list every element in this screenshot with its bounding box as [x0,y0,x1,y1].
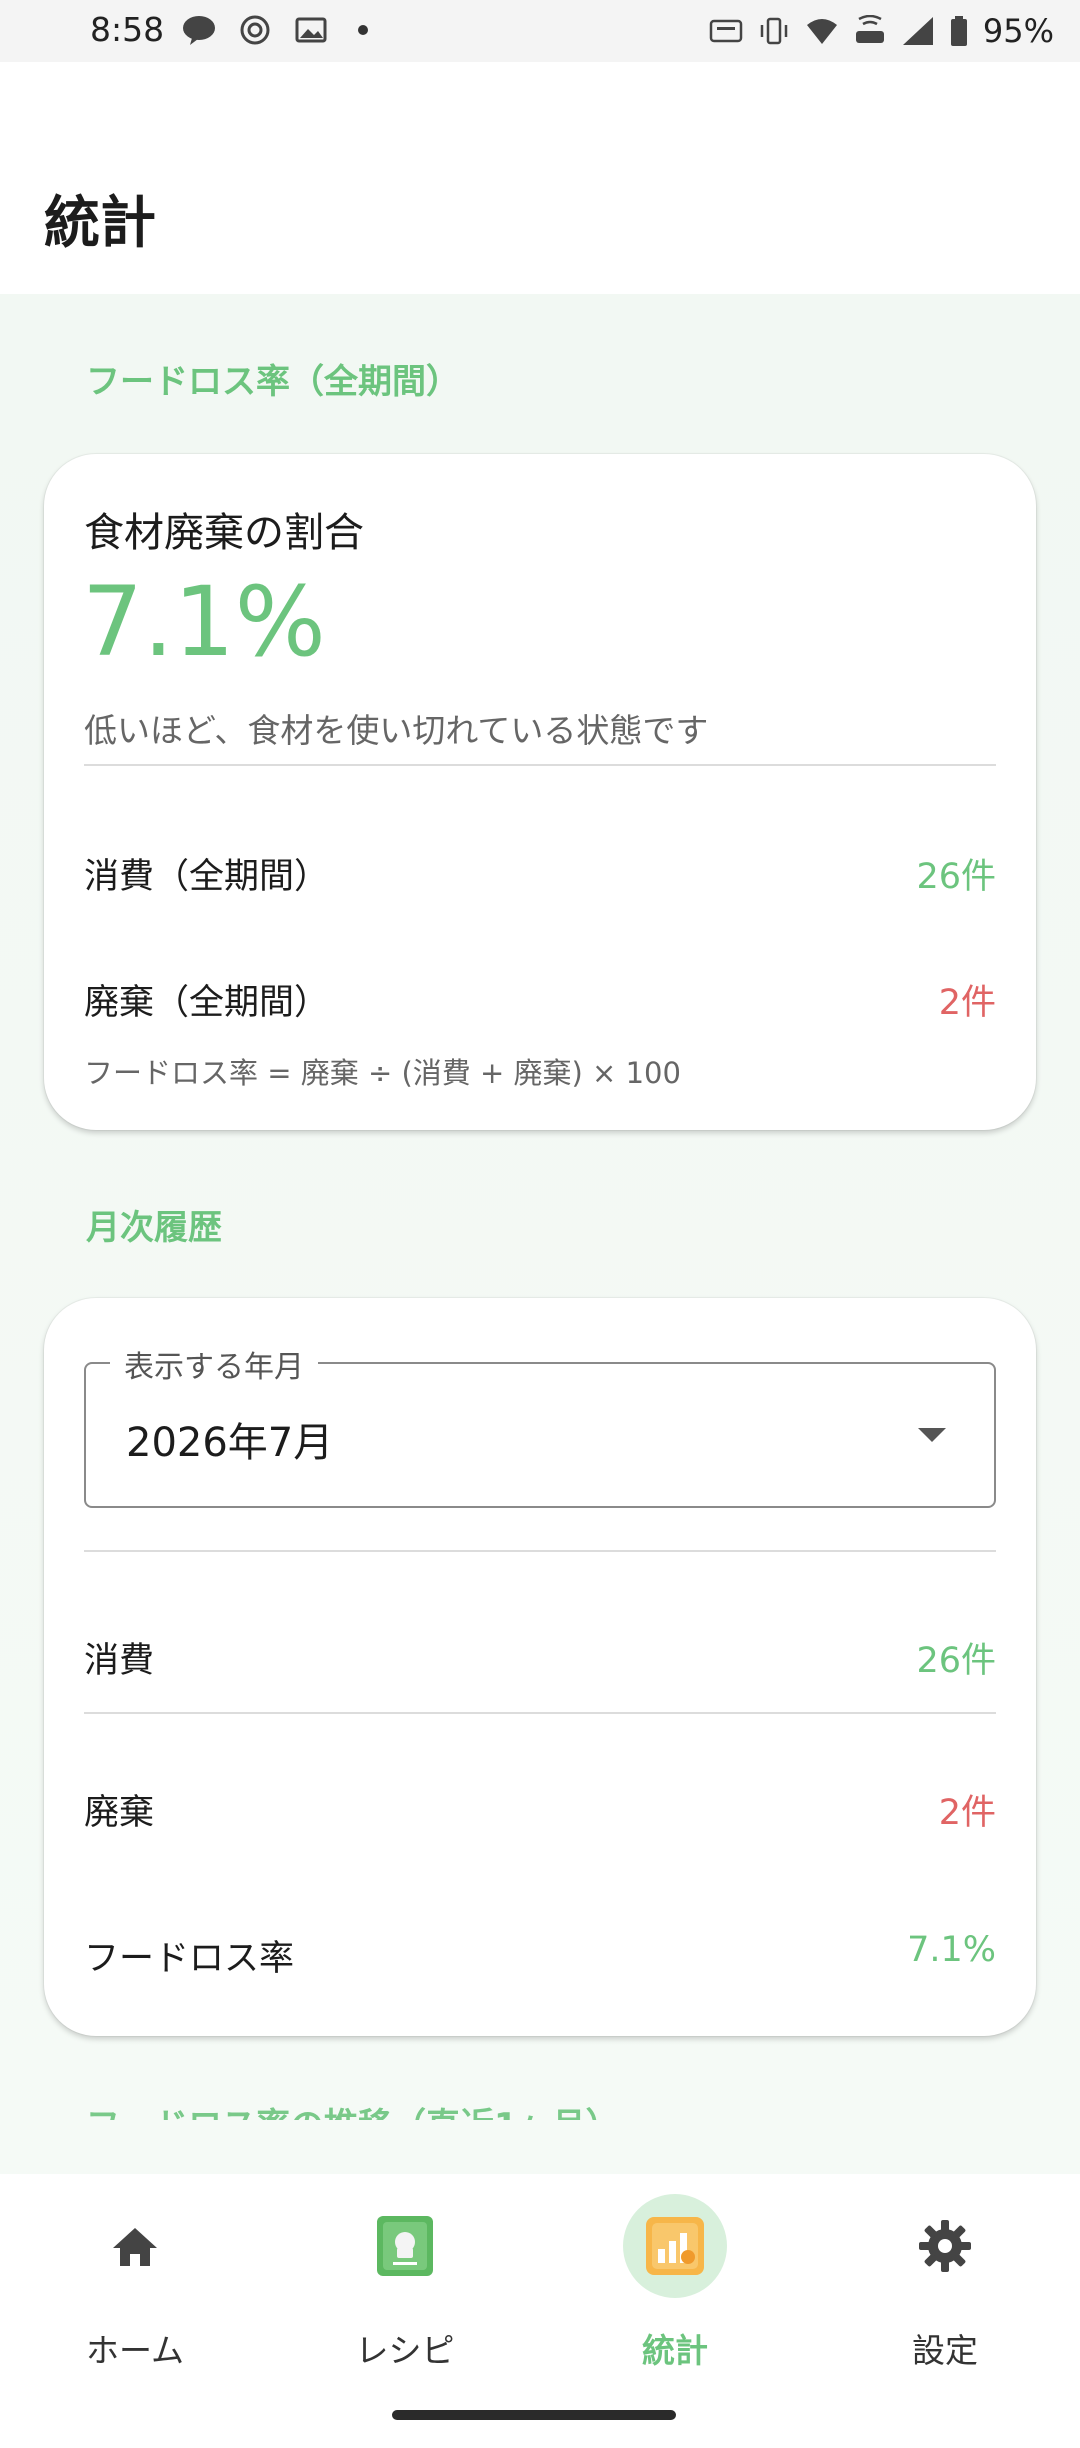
app-bar: 統計 [0,62,1080,294]
openai-icon [240,15,270,45]
home-icon [113,2228,157,2266]
consumed-total-value: 26件 [916,857,996,897]
monthly-rate-label: フードロス率 [84,1939,295,1979]
consumed-total-label: 消費（全期間） [84,857,330,897]
monthly-section-label: 月次履歴 [86,1208,222,1248]
month-select[interactable]: 表示する年月 2026年7月 [84,1342,996,1508]
nav-item-recipe[interactable]: レシピ [270,2174,540,2404]
food-loss-formula: フードロス率 = 廃棄 ÷ (消費 + 廃棄) × 100 [84,1056,681,1090]
divider [84,764,996,766]
wasted-total-label: 廃棄（全期間） [84,983,330,1023]
battery-percent: 95% [982,12,1054,50]
battery-icon [950,16,967,46]
dropdown-arrow-icon[interactable] [918,1428,946,1442]
nav-label-home: ホーム [85,2331,184,2370]
nav-label-recipe: レシピ [355,2331,455,2370]
monthly-consumed-value: 26件 [916,1641,996,1681]
food-loss-card: 食材廃棄の割合 7.1% 低いほど、食材を使い切れている状態です 消費（全期間）… [44,454,1036,1130]
recipe-book-icon [377,2216,433,2276]
gallery-icon [295,17,327,43]
month-select-value: 2026年7月 [126,1420,334,1466]
food-loss-section-label: フードロス率（全期間） [86,362,460,402]
chart-icon [646,2217,704,2275]
divider [84,1550,996,1552]
month-select-legend: 表示する年月 [110,1342,318,1386]
food-loss-description: 低いほど、食材を使い切れている状態です [84,711,709,750]
divider [84,1712,996,1714]
nav-item-stats[interactable]: 統計 [540,2174,810,2404]
bottom-navigation: ホーム レシピ 統計 設定 [0,2174,1080,2448]
monthly-history-card: 表示する年月 2026年7月 消費 26件 廃棄 2件 フードロス率 7.1% [44,1298,1036,2036]
stats-content[interactable]: フードロス率（全期間） 食材廃棄の割合 7.1% 低いほど、食材を使い切れている… [0,294,1080,2174]
active-indicator-pill [623,2194,727,2298]
nav-item-home[interactable]: ホーム [0,2174,270,2404]
nav-item-settings[interactable]: 設定 [810,2174,1080,2404]
page-title: 統計 [44,191,156,256]
monthly-wasted-value: 2件 [938,1793,996,1833]
auto-hz-icon [709,19,743,43]
line-icon [183,16,215,45]
vibrate-icon [760,17,788,45]
monthly-consumed-label: 消費 [84,1641,155,1681]
wasted-total-value: 2件 [938,983,996,1023]
nav-label-settings: 設定 [912,2331,978,2370]
monthly-wasted-label: 廃棄 [84,1793,155,1833]
nav-label-stats: 統計 [642,2331,708,2370]
gear-icon [919,2220,971,2272]
signal-icon [902,17,933,45]
food-loss-card-title: 食材廃棄の割合 [84,510,364,556]
volte-icon [855,15,884,43]
wifi-icon [806,19,837,44]
monthly-rate-value: 7.1% [907,1930,996,1970]
food-loss-rate: 7.1% [82,566,326,678]
system-icons: 95% [709,12,1054,50]
home-indicator[interactable] [392,2410,676,2420]
notification-icons [182,14,368,46]
status-bar: 8:58 95% [0,0,1080,62]
status-time: 8:58 [90,10,165,49]
trend-section-label: フードロス率の推移（直近1ヶ月） [86,2106,620,2146]
more-notifications-icon [358,25,368,35]
